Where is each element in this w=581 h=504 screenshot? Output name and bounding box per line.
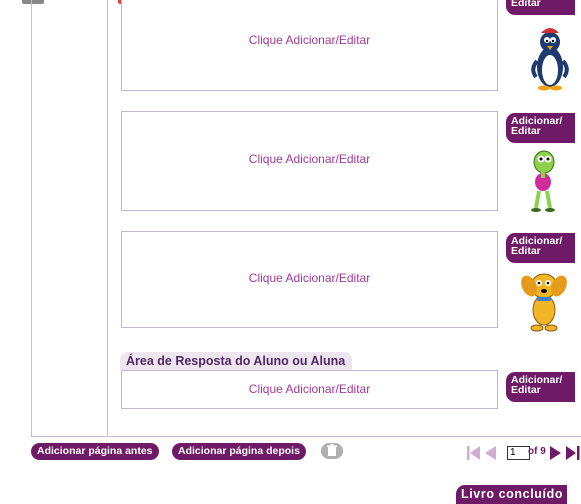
answer-area-title: Área de Resposta do Aluno ou Aluna: [120, 352, 353, 370]
content-box-3-placeholder: Clique Adicionar/Editar: [248, 271, 371, 285]
add-edit-button-1[interactable]: Adicionar/ Editar: [506, 0, 575, 15]
answer-area-placeholder: Clique Adicionar/Editar: [248, 382, 371, 396]
content-box-2-placeholder: Clique Adicionar/Editar: [248, 152, 371, 166]
trash-icon: [327, 444, 337, 456]
answer-area-box[interactable]: Clique Adicionar/Editar: [121, 370, 498, 409]
add-edit-button-3[interactable]: Adicionar/ Editar: [506, 233, 575, 263]
add-page-before-button[interactable]: Adicionar página antes: [31, 443, 159, 460]
answer-add-edit-button[interactable]: Adicionar/ Editar: [506, 372, 575, 402]
book-done-button[interactable]: Livro concluído: [456, 485, 568, 504]
content-box-3[interactable]: Clique Adicionar/Editar: [121, 231, 498, 328]
next-page-icon[interactable]: [549, 445, 563, 461]
prev-page-icon[interactable]: [483, 445, 497, 461]
page-number-input[interactable]: 1: [507, 446, 530, 460]
last-page-icon[interactable]: [565, 445, 581, 461]
page-count-label: of 9: [528, 446, 546, 457]
delete-page-button[interactable]: [321, 443, 343, 459]
add-edit-button-2[interactable]: Adicionar/ Editar: [506, 113, 575, 143]
content-box-1-placeholder: Clique Adicionar/Editar: [248, 33, 371, 47]
add-page-after-button[interactable]: Adicionar página depois: [172, 443, 306, 460]
first-page-icon[interactable]: [466, 445, 482, 461]
dog-icon: [517, 264, 571, 332]
content-box-2[interactable]: Clique Adicionar/Editar: [121, 111, 498, 211]
page-divider: [107, 0, 108, 436]
penguin-icon: [526, 25, 574, 91]
alien-icon: [528, 148, 558, 214]
content-box-1[interactable]: Clique Adicionar/Editar: [121, 0, 498, 91]
